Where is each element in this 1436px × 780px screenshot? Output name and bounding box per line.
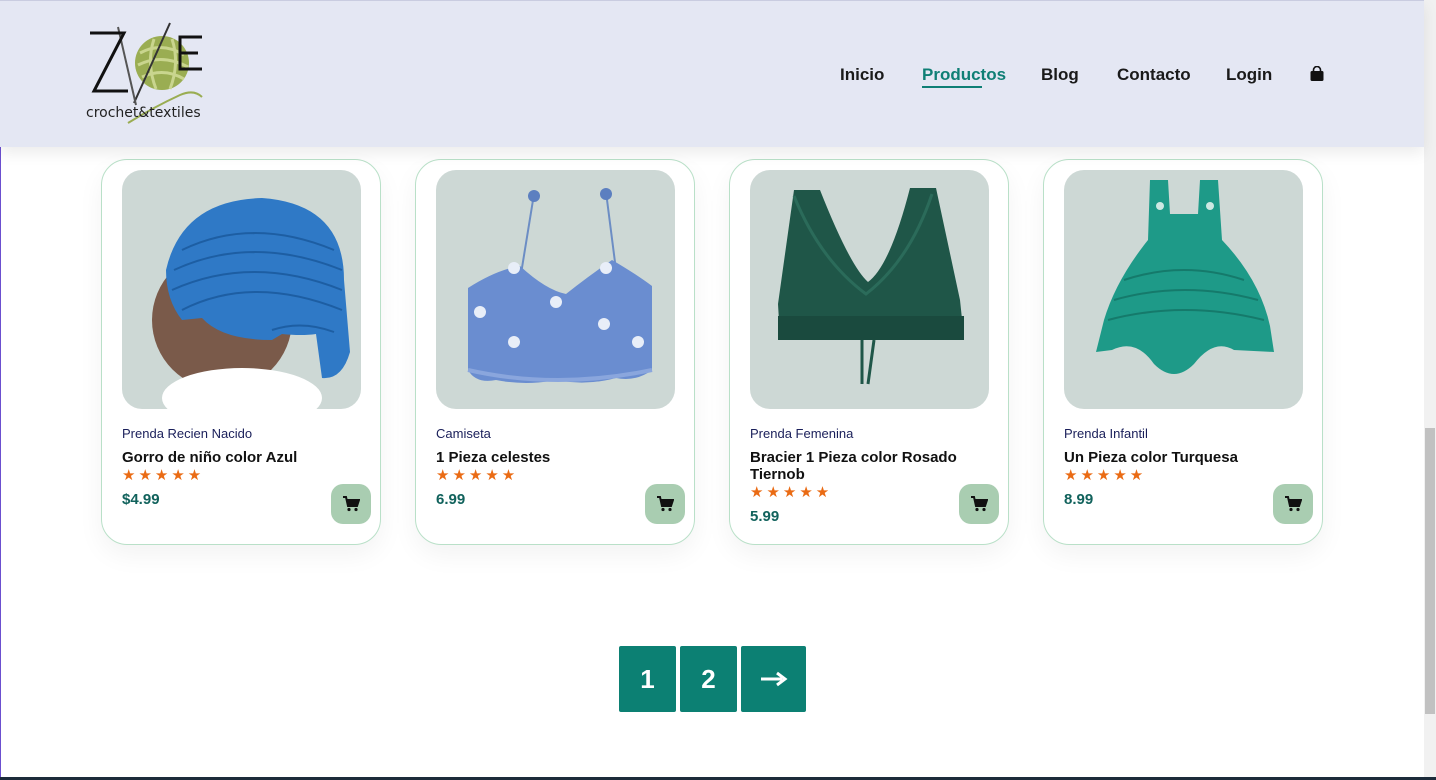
next-page-button[interactable] <box>741 646 806 712</box>
cart-icon <box>343 496 360 512</box>
cart-icon <box>1285 496 1302 512</box>
nav-login[interactable]: Login <box>1226 65 1272 85</box>
product-title[interactable]: Un Pieza color Turquesa <box>1064 449 1294 466</box>
cart-icon <box>657 496 674 512</box>
product-image[interactable] <box>436 170 675 409</box>
product-category: Prenda Femenina <box>750 426 854 441</box>
page-2-button[interactable]: 2 <box>680 646 737 712</box>
nav-blog[interactable]: Blog <box>1041 65 1079 85</box>
rating-stars-icon: ★★★★★ <box>122 467 205 484</box>
shopping-bag-icon[interactable] <box>1309 66 1325 82</box>
brand-logo[interactable]: crochet&textiles <box>84 19 216 129</box>
product-card[interactable]: Camiseta 1 Pieza celestes ★★★★★ 6.99 <box>415 159 695 545</box>
nav-inicio[interactable]: Inicio <box>840 65 884 85</box>
product-card[interactable]: Prenda Infantil Un Pieza color Turquesa … <box>1043 159 1323 545</box>
brand-tagline: crochet&textiles <box>86 105 201 121</box>
site-header: crochet&textiles Inicio Productos Blog C… <box>0 0 1424 147</box>
add-to-cart-button[interactable] <box>331 484 371 524</box>
product-card[interactable]: Prenda Recien Nacido Gorro de niño color… <box>101 159 381 545</box>
product-price: 8.99 <box>1064 491 1094 508</box>
add-to-cart-button[interactable] <box>959 484 999 524</box>
product-image[interactable] <box>122 170 361 409</box>
product-category: Prenda Recien Nacido <box>122 426 253 441</box>
product-image[interactable] <box>1064 170 1303 409</box>
product-price: $4.99 <box>122 491 160 508</box>
rating-stars-icon: ★★★★★ <box>750 484 833 501</box>
product-title[interactable]: 1 Pieza celestes <box>436 449 666 466</box>
nav-productos[interactable]: Productos <box>922 65 1006 85</box>
product-title[interactable]: Bracier 1 Pieza color Rosado Tiernob <box>750 449 980 483</box>
rating-stars-icon: ★★★★★ <box>1064 467 1147 484</box>
page-1-button[interactable]: 1 <box>619 646 676 712</box>
scrollbar-thumb[interactable] <box>1425 428 1435 714</box>
rating-stars-icon: ★★★★★ <box>436 467 519 484</box>
product-title[interactable]: Gorro de niño color Azul <box>122 449 352 466</box>
add-to-cart-button[interactable] <box>645 484 685 524</box>
product-price: 6.99 <box>436 491 466 508</box>
arrow-right-icon <box>760 671 787 687</box>
product-price: 5.99 <box>750 508 780 525</box>
cart-icon <box>971 496 988 512</box>
product-category: Camiseta <box>436 426 491 441</box>
product-category: Prenda Infantil <box>1064 426 1148 441</box>
scroll-up-arrow[interactable] <box>1424 0 1436 14</box>
nav-active-indicator <box>922 86 982 88</box>
nav-contacto[interactable]: Contacto <box>1117 65 1191 85</box>
add-to-cart-button[interactable] <box>1273 484 1313 524</box>
product-image[interactable] <box>750 170 989 409</box>
product-card[interactable]: Prenda Femenina Bracier 1 Pieza color Ro… <box>729 159 1009 545</box>
